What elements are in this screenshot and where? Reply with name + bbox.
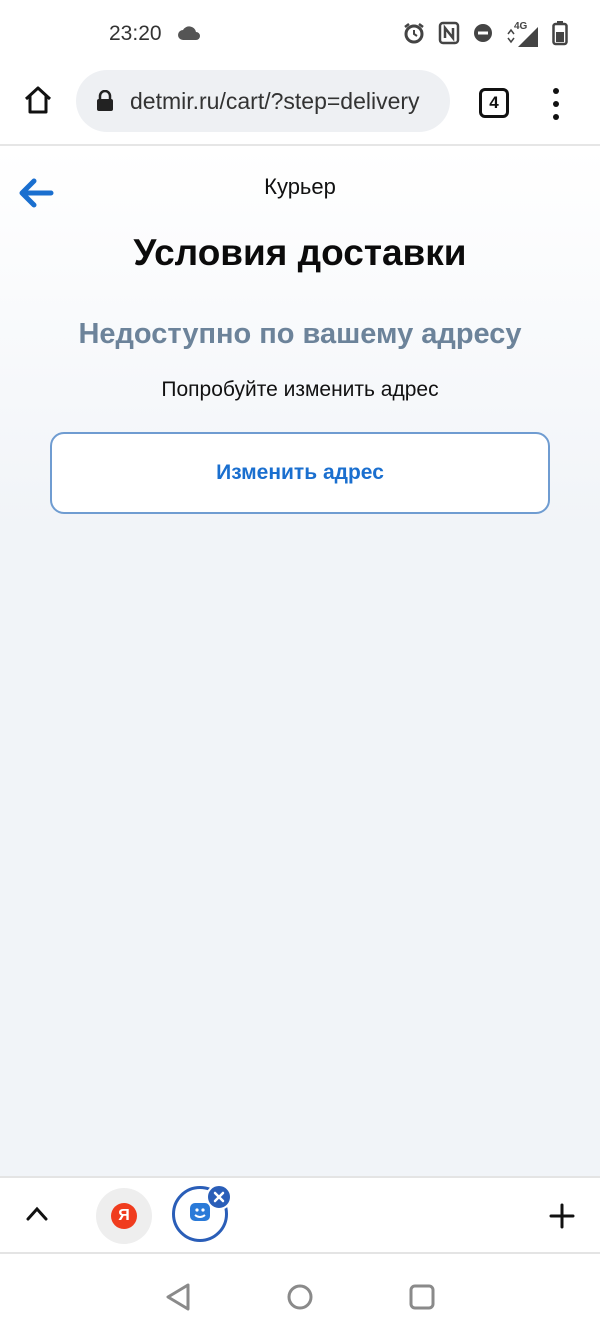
change-address-button[interactable]: Изменить адрес	[50, 432, 550, 514]
nfc-icon	[438, 21, 460, 50]
page-content: Курьер Условия доставки Недоступно по ва…	[0, 148, 600, 1176]
url-text: detmir.ru/cart/?step=delivery	[130, 88, 420, 114]
nav-recent-icon[interactable]	[409, 1284, 435, 1315]
system-nav-bar	[0, 1254, 600, 1339]
home-button[interactable]	[18, 82, 58, 122]
battery-icon	[552, 20, 568, 51]
menu-dot	[553, 114, 559, 120]
dnd-icon	[472, 22, 494, 49]
menu-dot	[553, 101, 559, 107]
cloud-icon	[177, 25, 201, 46]
chevron-up-icon[interactable]	[24, 1204, 50, 1227]
hint-text: Попробуйте изменить адрес	[161, 378, 439, 401]
tabs-button[interactable]: 4	[479, 88, 509, 118]
nav-back-icon[interactable]	[164, 1282, 192, 1317]
yandex-icon: Я	[111, 1203, 137, 1229]
lock-icon	[96, 89, 114, 117]
yandex-tab-button[interactable]: Я	[96, 1188, 152, 1244]
home-icon	[22, 84, 54, 121]
bottom-bar: Я	[0, 1176, 600, 1254]
close-icon[interactable]	[206, 1184, 232, 1210]
page-title: Условия доставки	[133, 232, 467, 273]
alarm-icon	[402, 21, 426, 50]
menu-dot	[553, 88, 559, 94]
url-bar[interactable]: detmir.ru/cart/?step=delivery	[76, 70, 450, 132]
unavailable-message: Недоступно по вашему адресу	[78, 318, 522, 350]
breadcrumb: Курьер	[264, 174, 336, 199]
status-icons: 4G	[402, 20, 568, 51]
status-time: 23:20	[109, 22, 162, 45]
signal-icon: 4G	[506, 21, 540, 48]
status-bar: 23:20 4G	[0, 0, 600, 66]
browser-toolbar: detmir.ru/cart/?step=delivery 4	[0, 66, 600, 146]
more-icon[interactable]	[546, 86, 566, 122]
nav-home-icon[interactable]	[286, 1283, 314, 1316]
plus-icon[interactable]	[548, 1202, 576, 1235]
